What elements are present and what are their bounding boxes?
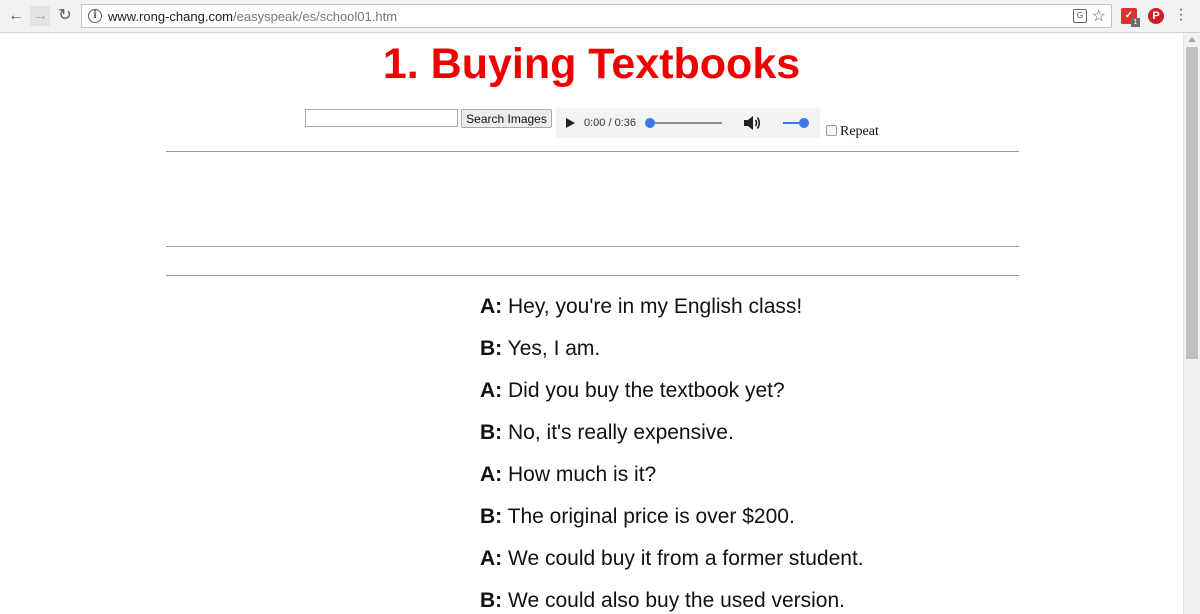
- vertical-scrollbar[interactable]: [1183, 33, 1200, 614]
- divider: [166, 151, 1019, 152]
- url-host: www.rong-chang.com: [108, 9, 233, 24]
- speaker-label: A:: [480, 379, 503, 402]
- dialogue-text: No, it's really expensive.: [508, 421, 734, 444]
- dialogue-text: Yes, I am.: [507, 337, 601, 360]
- dialogue-line: B: We could also buy the used version.: [480, 586, 1130, 614]
- dialogue-line: B: The original price is over $200.: [480, 502, 1130, 544]
- dialogue-line: A: We could buy it from a former student…: [480, 544, 1130, 586]
- dialogue-text: We could also buy the used version.: [508, 589, 845, 612]
- dialogue-line: A: How much is it?: [480, 460, 1130, 502]
- translate-icon[interactable]: G: [1073, 9, 1087, 23]
- audio-player: 0:00 / 0:36: [556, 108, 820, 138]
- speaker-label: B:: [480, 589, 503, 612]
- dialogue-text: How much is it?: [508, 463, 657, 486]
- seek-slider-thumb[interactable]: [645, 118, 655, 128]
- dialogue-text: Hey, you're in my English class!: [508, 295, 803, 318]
- scroll-thumb[interactable]: [1186, 47, 1198, 359]
- audio-time: 0:00 / 0:36: [584, 117, 636, 129]
- dialogue-line: B: Yes, I am.: [480, 334, 1130, 376]
- image-search-input[interactable]: [305, 109, 458, 127]
- star-icon[interactable]: ☆: [1092, 6, 1106, 26]
- search-images-button[interactable]: Search Images: [461, 109, 552, 128]
- play-icon[interactable]: [566, 118, 575, 128]
- divider: [166, 246, 1019, 247]
- url-path: /easyspeak/es/school01.htm: [233, 9, 398, 24]
- dialogue-line: A: Hey, you're in my English class!: [480, 292, 1130, 334]
- dialogue-text: The original price is over $200.: [507, 505, 795, 528]
- menu-icon[interactable]: · · ·: [1177, 2, 1185, 28]
- dialogue-text: Did you buy the textbook yet?: [508, 379, 785, 402]
- address-bar[interactable]: i www.rong-chang.com/easyspeak/es/school…: [81, 4, 1112, 28]
- dialogue-line: A: Did you buy the textbook yet?: [480, 376, 1130, 418]
- speaker-label: A:: [480, 295, 503, 318]
- seek-slider[interactable]: [651, 122, 722, 124]
- page-title: 1. Buying Textbooks: [382, 40, 801, 88]
- url-text[interactable]: www.rong-chang.com/easyspeak/es/school01…: [108, 9, 397, 24]
- repeat-checkbox[interactable]: [826, 125, 837, 136]
- speaker-label: A:: [480, 547, 503, 570]
- scroll-up-arrow-icon[interactable]: [1188, 37, 1196, 42]
- dialogue-text: We could buy it from a former student.: [508, 547, 864, 570]
- reload-icon[interactable]: ↻: [55, 6, 75, 26]
- dialogue-line: B: No, it's really expensive.: [480, 418, 1130, 460]
- speaker-label: A:: [480, 463, 503, 486]
- volume-icon[interactable]: [742, 114, 762, 132]
- divider: [166, 275, 1019, 276]
- speaker-label: B:: [480, 421, 503, 444]
- browser-toolbar: ← → ↻ i www.rong-chang.com/easyspeak/es/…: [0, 0, 1200, 33]
- info-icon[interactable]: i: [88, 9, 102, 23]
- forward-arrow-icon[interactable]: →: [30, 6, 50, 26]
- volume-slider-thumb[interactable]: [799, 118, 809, 128]
- back-arrow-icon[interactable]: ←: [6, 6, 26, 26]
- repeat-label: Repeat: [840, 124, 879, 139]
- pinterest-icon[interactable]: P: [1148, 8, 1164, 24]
- extension-badge: 1: [1131, 18, 1140, 27]
- speaker-label: B:: [480, 337, 503, 360]
- dialogue: A: Hey, you're in my English class! B: Ye…: [480, 292, 1130, 614]
- speaker-label: B:: [480, 505, 503, 528]
